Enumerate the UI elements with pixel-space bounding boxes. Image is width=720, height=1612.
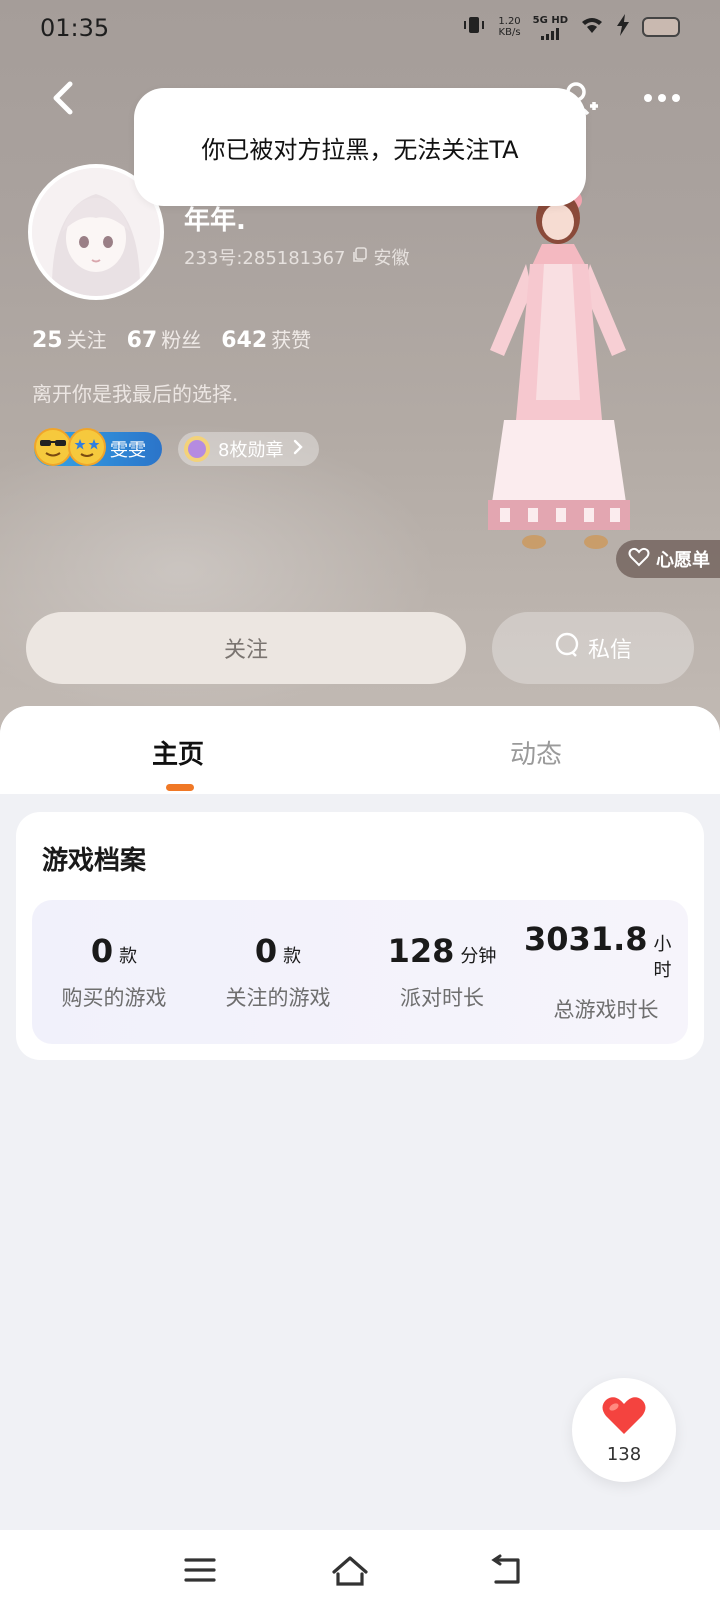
back-button[interactable] [44, 76, 84, 120]
medal-icon [182, 434, 212, 469]
copy-icon[interactable] [352, 246, 368, 268]
card-title: 游戏档案 [42, 846, 147, 876]
status-bar: 01:35 1.20 KB/s 5G HD [0, 0, 720, 56]
home-nav-button[interactable] [330, 1552, 370, 1588]
menu-nav-button[interactable] [180, 1552, 220, 1588]
metric-unit: 款 [283, 946, 302, 967]
stat-value: 67 [126, 328, 158, 353]
stat-followers[interactable]: 67 粉丝 [127, 324, 202, 353]
star-eyes-emoji-icon [68, 428, 106, 466]
more-button[interactable] [640, 84, 684, 112]
charging-icon [616, 14, 630, 40]
avatar-character-figure[interactable] [470, 160, 660, 560]
like-button[interactable]: 138 [572, 1378, 676, 1482]
signal-icon: 5G HD [533, 15, 568, 40]
menu-icon [184, 1558, 216, 1582]
bio: 离开你是我最后的选择. [32, 382, 239, 406]
metric-unit: 款 [119, 946, 138, 967]
uid-text: 233号:285181367 [184, 248, 346, 269]
system-nav-bar [0, 1530, 720, 1612]
chevron-left-icon [53, 81, 73, 115]
metric-value: 3031.8 [524, 920, 648, 958]
net-speed: 1.20 KB/s [498, 16, 520, 38]
stat-likes[interactable]: 642 获赞 [221, 324, 311, 353]
net-speed-value: 1.20 [498, 16, 521, 27]
toast-message: 你已被对方拉黑，无法关注TA [201, 135, 519, 164]
uid-line: 233号:285181367 安徽 [184, 244, 410, 270]
metric-purchased-games[interactable]: 0款 购买的游戏 [32, 900, 196, 1044]
chevron-right-icon [293, 439, 304, 460]
signal-label: 5G HD [532, 14, 568, 26]
metric-unit: 小时 [653, 934, 672, 981]
metric-unit: 分钟 [460, 946, 497, 967]
wishlist-button[interactable]: 心愿单 [616, 540, 720, 578]
metric-label: 关注的游戏 [225, 986, 331, 1010]
metric-value: 128 [387, 932, 455, 970]
friend-badge-name: 雯雯 [110, 440, 146, 461]
heart-icon [601, 1396, 647, 1440]
net-speed-unit: KB/s [498, 27, 521, 38]
follow-label: 关注 [223, 638, 268, 663]
message-label: 私信 [587, 638, 632, 663]
back-nav-button[interactable] [486, 1552, 526, 1588]
metric-label: 总游戏时长 [553, 998, 659, 1022]
stat-label: 粉丝 [161, 328, 202, 352]
location-text: 安徽 [373, 248, 410, 269]
more-dots-icon [644, 94, 680, 102]
vibrate-icon [462, 15, 486, 39]
battery-icon [642, 17, 680, 37]
stat-value: 642 [221, 328, 268, 353]
wishlist-label: 心愿单 [656, 550, 710, 571]
home-icon [332, 1556, 368, 1586]
status-time: 01:35 [40, 14, 110, 42]
tab-home[interactable]: 主页 [152, 734, 204, 771]
cool-emoji-icon [34, 428, 72, 466]
metric-party-time[interactable]: 128 分钟 派对时长 [360, 900, 524, 1044]
metric-total-play-time[interactable]: 3031.8 小时 总游戏时长 [524, 900, 688, 1044]
message-button[interactable]: 私信 [492, 612, 694, 684]
metric-value: 0 [254, 932, 278, 970]
heart-outline-icon [628, 547, 650, 572]
chat-bubble-icon [554, 632, 580, 664]
follow-button[interactable]: 关注 [26, 612, 466, 684]
profile-tabs: 主页 动态 [0, 706, 720, 794]
medals-label: 8枚勋章 [218, 440, 284, 461]
medals-button[interactable]: 8枚勋章 [178, 432, 320, 469]
game-metrics: 0款 购买的游戏 0款 关注的游戏 128 分钟 派对时长 3031.8 小时 总游… [32, 900, 688, 1044]
metric-followed-games[interactable]: 0款 关注的游戏 [196, 900, 360, 1044]
game-profile-card: 游戏档案 0款 购买的游戏 0款 关注的游戏 128 分钟 派对时长 3031.8… [16, 812, 704, 1060]
stat-value: 25 [32, 328, 63, 353]
stat-label: 关注 [66, 328, 107, 352]
return-icon [491, 1554, 520, 1584]
like-count: 138 [606, 1443, 642, 1465]
wifi-icon [580, 15, 604, 39]
tab-active-indicator [166, 784, 194, 791]
badges-row: 雯雯 8枚勋章 [34, 428, 320, 469]
stat-following[interactable]: 25 关注 [32, 324, 107, 353]
status-icons: 1.20 KB/s 5G HD [462, 14, 680, 40]
metric-label: 派对时长 [400, 986, 484, 1010]
tab-feed[interactable]: 动态 [510, 734, 562, 771]
metric-label: 购买的游戏 [61, 986, 167, 1010]
metric-value: 0 [90, 932, 114, 970]
profile-stats: 25 关注 67 粉丝 642 获赞 [32, 324, 311, 353]
blocked-toast: 你已被对方拉黑，无法关注TA [134, 88, 586, 206]
stat-label: 获赞 [271, 328, 312, 352]
friend-badge[interactable]: 雯雯 [34, 428, 162, 466]
